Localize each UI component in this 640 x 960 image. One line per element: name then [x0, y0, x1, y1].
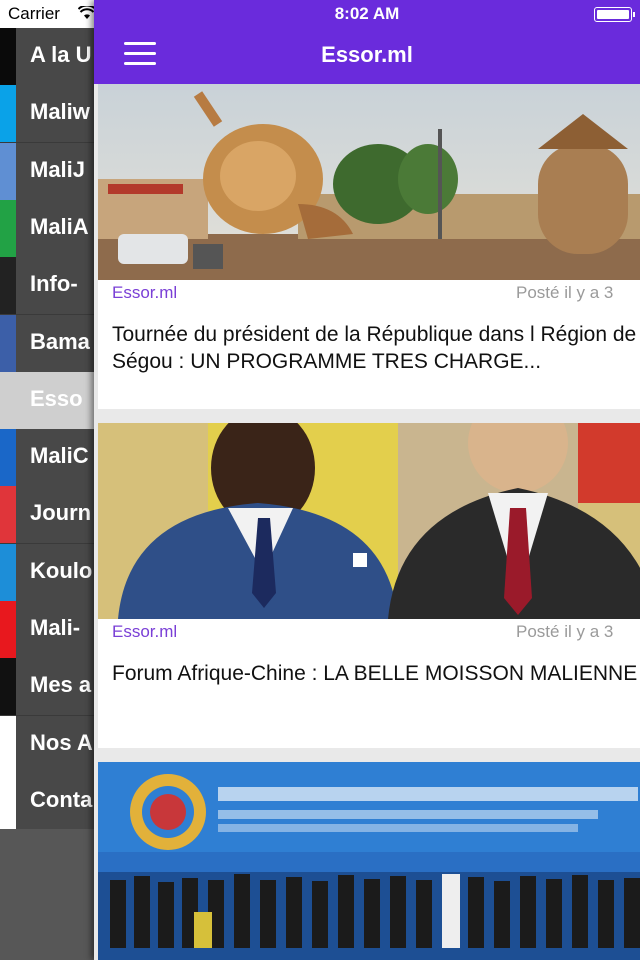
source-color-stripe	[0, 772, 16, 830]
article-photo	[98, 84, 640, 280]
drawer-item[interactable]: Maliw	[0, 85, 96, 144]
source-color-stripe	[0, 85, 16, 143]
source-color-stripe	[0, 314, 16, 372]
source-color-stripe	[0, 199, 16, 257]
source-color-stripe	[0, 28, 16, 85]
article-source: Essor.ml	[112, 622, 178, 641]
drawer-item[interactable]: A la U	[0, 28, 96, 86]
source-color-stripe	[0, 658, 16, 716]
drawer-item[interactable]: Bama	[0, 314, 96, 373]
source-color-stripe	[0, 601, 16, 658]
drawer-item[interactable]: Mali-	[0, 601, 96, 659]
drawer-item-label: MaliJ	[30, 156, 86, 182]
drawer-item-label: A la U	[30, 42, 92, 67]
drawer-item[interactable]: Mes a	[0, 658, 96, 717]
drawer-empty-area	[0, 829, 96, 960]
drawer-item-label: Journ	[30, 500, 92, 526]
drawer-item-label: Mes a	[30, 672, 92, 698]
article-card[interactable]	[98, 762, 640, 960]
drawer-item[interactable]: Conta	[0, 772, 96, 831]
drawer-item-label: Maliw	[30, 99, 90, 125]
drawer-item[interactable]: MaliC	[0, 429, 96, 488]
drawer-item-label: MaliC	[30, 443, 89, 469]
drawer-item-label: Mali-	[30, 615, 81, 640]
article-date: Posté il y a 3	[516, 622, 614, 641]
status-bar-left: Carrier	[0, 0, 96, 28]
drawer-item[interactable]: MaliJ	[0, 142, 96, 201]
top-app-bar: 8:02 AM Essor.ml	[94, 0, 640, 84]
source-color-stripe	[0, 715, 16, 773]
article-headline[interactable]: Tournée du président de la République da…	[112, 321, 640, 375]
drawer-item[interactable]: Koulo	[0, 543, 96, 602]
article-photo	[98, 762, 640, 960]
drawer-item-label: Info-	[30, 271, 78, 297]
article-date: Posté il y a 3	[516, 283, 614, 302]
drawer-item-label: Conta	[30, 786, 93, 812]
drawer-item-label: Esso	[30, 385, 83, 411]
carrier-label: Carrier	[8, 4, 60, 23]
drawer-item[interactable]: Esso	[0, 371, 96, 430]
source-color-stripe	[0, 142, 16, 200]
article-card[interactable]: Essor.ml Posté il y a 3 Forum Afrique-Ch…	[98, 423, 640, 748]
drawer-item[interactable]: Journ	[0, 486, 96, 545]
article-headline[interactable]: Forum Afrique-Chine : LA BELLE MOISSON M…	[112, 660, 640, 687]
drawer-item-label: Nos A	[30, 729, 93, 755]
source-color-stripe	[0, 486, 16, 544]
source-color-stripe	[0, 371, 16, 429]
article-card[interactable]: Essor.ml Posté il y a 3 Tournée du prési…	[98, 84, 640, 409]
article-photo	[98, 423, 640, 619]
source-color-stripe	[0, 543, 16, 601]
drawer-item-label: Bama	[30, 328, 90, 354]
drawer-item-label: MaliA	[30, 213, 89, 239]
drawer-item[interactable]: MaliA	[0, 199, 96, 258]
source-color-stripe	[0, 257, 16, 315]
drawer-item[interactable]: Nos A	[0, 715, 96, 774]
status-time: 8:02 AM	[334, 4, 400, 23]
source-color-stripe	[0, 429, 16, 487]
app-title: Essor.ml	[321, 42, 413, 67]
main-panel: 8:02 AM Essor.ml Essor.ml Posté il y a 3…	[94, 0, 640, 960]
article-source: Essor.ml	[112, 283, 178, 302]
drawer-item[interactable]: Info-	[0, 257, 96, 316]
battery-icon	[594, 7, 635, 22]
drawer-item-label: Koulo	[30, 557, 93, 583]
